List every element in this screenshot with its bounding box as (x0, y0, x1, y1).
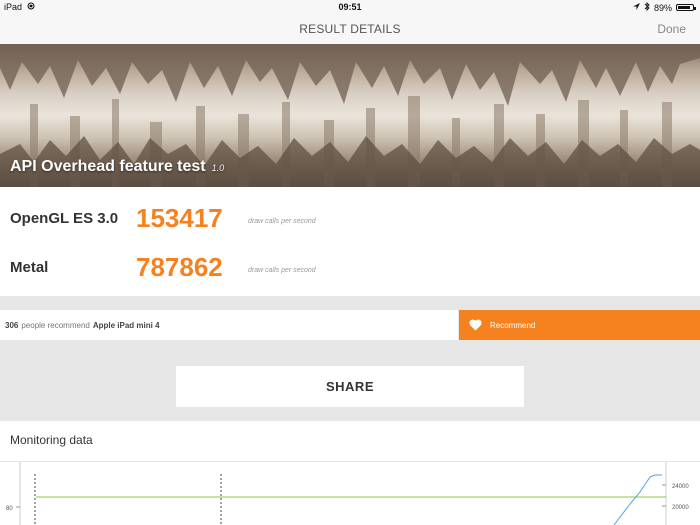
test-name: API Overhead feature test (10, 158, 206, 175)
score-unit: draw calls per second (248, 217, 316, 225)
nav-bar: RESULT DETAILS Done (0, 14, 700, 45)
heart-icon (469, 319, 482, 331)
score-value: 153417 (136, 202, 223, 233)
recommend-row: 306 people recommend Apple iPad mini 4 R… (0, 310, 700, 340)
device-model: Apple iPad mini 4 (92, 320, 160, 330)
battery-percent: 89% (653, 2, 672, 13)
monitoring-chart: 80 24000 20000 (6, 462, 689, 525)
score-unit: draw calls per second (248, 266, 316, 274)
recommend-count: 306 (5, 320, 19, 330)
scores-panel: OpenGL ES 3.0 153417 draw calls per seco… (0, 187, 700, 296)
test-banner-image: API Overhead feature test 1.0 (0, 44, 700, 187)
score-row-opengl: OpenGL ES 3.0 153417 draw calls per seco… (10, 200, 316, 236)
api-name: Metal (10, 258, 49, 276)
recommend-info: 306 people recommend Apple iPad mini 4 (0, 310, 458, 340)
right-tick-label: 24000 (672, 484, 689, 490)
score-row-metal: Metal 787862 draw calls per second (10, 249, 316, 285)
recommend-text: people recommend (21, 320, 90, 330)
chart-blue-series (613, 474, 662, 525)
right-tick-label: 20000 (672, 505, 689, 511)
left-tick-label: 80 (6, 506, 13, 512)
page-title: RESULT DETAILS (299, 22, 401, 36)
done-button[interactable]: Done (657, 22, 686, 36)
api-name: OpenGL ES 3.0 (10, 209, 119, 227)
monitoring-panel: Monitoring data 80 24000 20000 (0, 421, 700, 525)
bluetooth-icon (644, 1, 650, 13)
location-icon (632, 2, 640, 13)
monitoring-title: Monitoring data (10, 433, 93, 447)
status-bar: iPad 09:51 89% (0, 0, 700, 14)
clock: 09:51 (338, 2, 362, 12)
test-version: 1.0 (211, 163, 225, 173)
recommend-label: Recommend (490, 320, 536, 330)
test-title: API Overhead feature test 1.0 (10, 158, 224, 176)
share-button[interactable]: SHARE (176, 366, 524, 407)
battery-icon (676, 4, 696, 11)
recommend-button[interactable]: Recommend (459, 310, 700, 340)
score-value: 787862 (136, 251, 223, 282)
